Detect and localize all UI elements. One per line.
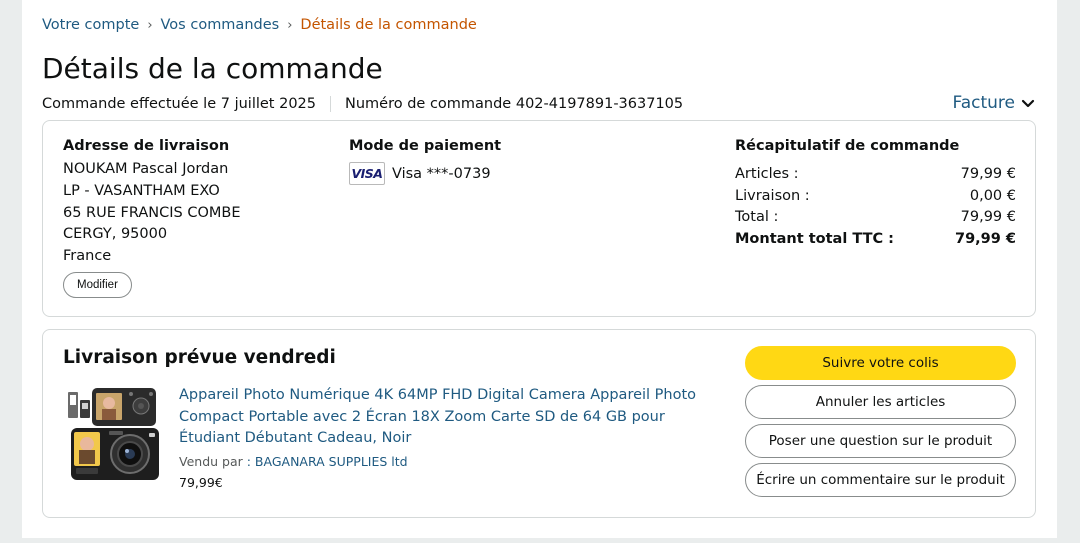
order-date: Commande effectuée le 7 juillet 2025 bbox=[42, 96, 316, 112]
sold-by-label: Vendu par bbox=[179, 454, 243, 470]
order-number: Numéro de commande 402-4197891-3637105 bbox=[345, 96, 684, 112]
visa-logo: VISA bbox=[351, 166, 383, 181]
shipping-address-title: Adresse de livraison bbox=[63, 138, 230, 154]
recap-value: 79,99 € bbox=[960, 209, 1016, 226]
address-line: NOUKAM Pascal Jordan bbox=[63, 161, 229, 177]
breadcrumb-your-account[interactable]: Votre compte bbox=[42, 17, 139, 33]
recap-row: Articles : 79,99 € bbox=[735, 164, 1016, 186]
invoice-dropdown[interactable]: Facture bbox=[953, 93, 1036, 113]
recap-row-total: Montant total TTC : 79,99 € bbox=[735, 229, 1016, 251]
product-price: 79,99€ bbox=[179, 475, 223, 491]
edit-address-button[interactable]: Modifier bbox=[63, 271, 132, 298]
address-line: France bbox=[63, 248, 112, 265]
delivery-actions: Suivre votre colis Annuler les articles … bbox=[745, 346, 1016, 502]
chevron-down-icon bbox=[1021, 99, 1035, 107]
product-image[interactable] bbox=[63, 386, 161, 482]
recap-row: Livraison : 0,00 € bbox=[735, 186, 1016, 208]
recap-value: 79,99 € bbox=[954, 230, 1016, 247]
breadcrumb-current: Détails de la commande bbox=[300, 17, 477, 33]
breadcrumb-separator: › bbox=[147, 17, 153, 33]
order-details-page: Votre compte › Vos commandes › Détails d… bbox=[22, 0, 1057, 538]
breadcrumb-your-orders[interactable]: Vos commandes bbox=[161, 17, 280, 33]
payment-card: VISA Visa ***-0739 bbox=[349, 162, 501, 185]
order-meta: Commande effectuée le 7 juillet 2025 Num… bbox=[42, 96, 683, 112]
payment-method-title: Mode de paiement bbox=[349, 138, 502, 154]
address-line: LP - VASANTHAM EXO bbox=[63, 182, 220, 199]
breadcrumb-separator: › bbox=[287, 17, 293, 33]
recap-label: Montant total TTC : bbox=[735, 230, 894, 247]
seller-link[interactable]: : BAGANARA SUPPLIES ltd bbox=[247, 454, 408, 469]
payment-method: Mode de paiement VISA Visa ***-0739 bbox=[349, 138, 501, 185]
ask-question-button[interactable]: Poser une question sur le produit bbox=[745, 424, 1016, 458]
track-package-button[interactable]: Suivre votre colis bbox=[745, 346, 1016, 380]
write-review-button[interactable]: Écrire un commentaire sur le produit bbox=[745, 463, 1016, 497]
recap-label: Livraison : bbox=[735, 187, 810, 204]
order-recap-title: Récapitulatif de commande bbox=[735, 138, 960, 154]
card-number: Visa ***-0739 bbox=[392, 165, 491, 182]
invoice-label: Facture bbox=[952, 93, 1016, 113]
recap-label: Total : bbox=[735, 209, 779, 226]
delivery-card: Livraison prévue vendredi Appareil Photo… bbox=[42, 329, 1036, 518]
meta-divider bbox=[330, 96, 331, 112]
recap-value: 0,00 € bbox=[969, 187, 1016, 204]
address-line: CERGY, 95000 bbox=[63, 226, 168, 243]
visa-card-icon: VISA bbox=[349, 162, 385, 185]
recap-row: Total : 79,99 € bbox=[735, 207, 1016, 229]
recap-label: Articles : bbox=[735, 166, 799, 182]
shipping-address: Adresse de livraison NOUKAM Pascal Jorda… bbox=[63, 138, 240, 298]
product-info: Appareil Photo Numérique 4K 64MP FHD Dig… bbox=[179, 385, 719, 490]
page-title: Détails de la commande bbox=[42, 52, 383, 85]
recap-value: 79,99 € bbox=[960, 166, 1016, 182]
breadcrumb: Votre compte › Vos commandes › Détails d… bbox=[42, 17, 477, 33]
order-summary-card: Adresse de livraison NOUKAM Pascal Jorda… bbox=[42, 120, 1036, 317]
address-line: 65 RUE FRANCIS COMBE bbox=[63, 204, 241, 221]
seller-info: Vendu par : BAGANARA SUPPLIES ltd bbox=[179, 454, 719, 469]
order-recap: Récapitulatif de commande Articles : 79,… bbox=[735, 138, 1016, 250]
delivery-title: Livraison prévue vendredi bbox=[63, 347, 336, 368]
product-title-link[interactable]: Appareil Photo Numérique 4K 64MP FHD Dig… bbox=[179, 385, 719, 450]
cancel-items-button[interactable]: Annuler les articles bbox=[745, 385, 1016, 419]
